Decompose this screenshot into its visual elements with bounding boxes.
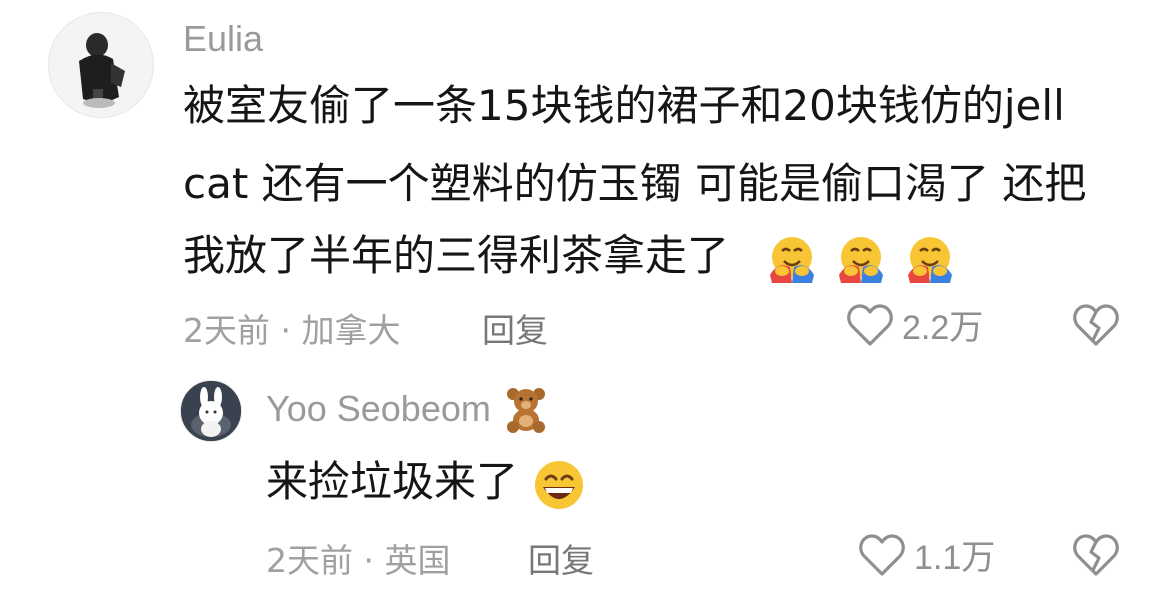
broken-heart-icon: [1073, 304, 1119, 346]
dislike-button[interactable]: [1072, 302, 1120, 352]
reply-button[interactable]: 回复: [482, 304, 548, 352]
comment-meta: 2天前 · 英国: [266, 541, 451, 580]
hugging-face-emoji: [769, 236, 814, 283]
heart-outline-icon: [859, 533, 905, 576]
avatar[interactable]: [48, 12, 154, 118]
reply-button[interactable]: 回复: [528, 534, 594, 582]
user-avatar-photo: [49, 13, 153, 117]
like-button[interactable]: 2.2万: [846, 300, 983, 349]
comment-username[interactable]: Eulia: [183, 18, 263, 60]
comment-username[interactable]: Yoo Seobeom: [266, 388, 551, 434]
broken-heart-icon: [1073, 534, 1119, 576]
comment-text-line: 我放了半年的三得利茶拿走了: [183, 228, 958, 287]
comment-text-line: 被室友偷了一条15块钱的裙子和20块钱仿的jell: [183, 81, 1065, 130]
hugging-face-emoji: [908, 236, 953, 283]
teddy-bear-emoji: [506, 388, 545, 434]
comment-meta: 2天前 · 加拿大: [183, 311, 401, 350]
username-text: Yoo Seobeom: [266, 388, 491, 429]
heart-outline-icon: [847, 303, 893, 346]
comment-text-line: cat 还有一个塑料的仿玉镯 可能是偷口渴了 还把: [183, 159, 1087, 208]
bunny-avatar: [181, 381, 241, 441]
comment-text-line: 来捡垃圾来了: [266, 454, 587, 513]
hugging-face-emoji: [839, 236, 884, 283]
grinning-face-emoji: [535, 460, 584, 509]
like-count: 2.2万: [902, 309, 984, 347]
dislike-button[interactable]: [1072, 532, 1120, 582]
like-count: 1.1万: [914, 539, 996, 577]
like-button[interactable]: 1.1万: [858, 530, 995, 579]
comment-text-segment: 我放了半年的三得利茶拿走了: [183, 231, 730, 280]
comment-text-segment: 来捡垃圾来了: [266, 457, 519, 506]
avatar[interactable]: [180, 380, 242, 442]
